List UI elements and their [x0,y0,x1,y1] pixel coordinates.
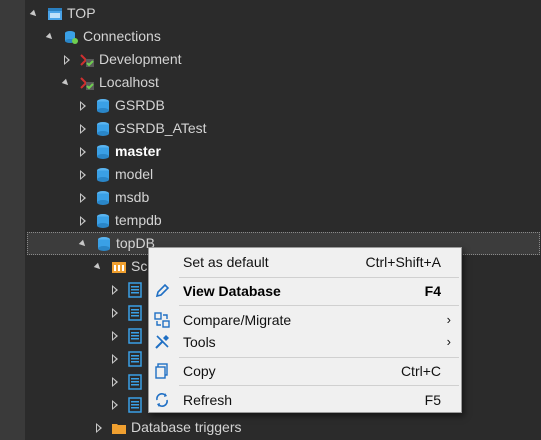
collapse-arrow-icon[interactable] [77,146,89,158]
collapse-arrow-icon[interactable] [109,307,121,319]
tree-node-development[interactable]: Development [61,48,182,71]
tree-node-label: Development [99,51,182,67]
collapse-arrow-icon[interactable] [77,123,89,135]
table-icon [128,327,142,344]
menu-item-shortcut: F5 [424,392,441,408]
compare-icon [154,312,170,328]
window-icon [48,7,62,20]
tree-node-top[interactable]: TOP [29,2,96,25]
tree-node-label: msdb [115,189,150,205]
pencil-icon [155,283,170,298]
tree-node-label: Localhost [99,74,159,90]
refresh-icon [156,393,168,407]
left-gutter [0,0,25,440]
menu-separator [179,357,459,358]
menu-item-set-as-default[interactable]: Set as default Ctrl+Shift+A [149,251,461,273]
menu-item-refresh[interactable]: Refresh F5 [149,389,461,411]
menu-item-label: Copy [183,363,216,379]
collapse-arrow-icon[interactable] [109,376,121,388]
tree-node-connections[interactable]: Connections [45,25,161,48]
collapse-arrow-icon[interactable] [61,54,73,66]
menu-separator [179,385,459,386]
collapse-arrow-icon[interactable] [109,284,121,296]
expand-arrow-icon[interactable] [93,261,105,273]
collapse-arrow-icon[interactable] [77,192,89,204]
tree-node-database[interactable]: msdb [77,186,149,209]
menu-item-shortcut: Ctrl+Shift+A [365,254,441,270]
tree-node-table[interactable] [109,347,147,370]
collapse-arrow-icon[interactable] [109,353,121,365]
menu-separator [179,277,459,278]
collapse-arrow-icon[interactable] [93,422,105,434]
menu-item-copy[interactable]: Copy Ctrl+C [149,360,461,382]
database-icon [97,167,109,182]
expand-arrow-icon[interactable] [45,31,57,43]
context-menu: Set as default Ctrl+Shift+A View Databas… [148,247,462,413]
menu-item-tools[interactable]: Tools › [149,331,461,353]
menu-item-shortcut: F4 [424,283,441,299]
table-icon [128,281,142,298]
tree-node-database-default[interactable]: master [77,140,161,163]
copy-icon [155,363,168,379]
schema-folder-icon [112,261,126,273]
collapse-arrow-icon[interactable] [109,399,121,411]
database-icon [97,98,109,113]
server-connection-icon [80,53,94,67]
tree-node-schemas[interactable]: Sc [93,255,147,278]
database-icon [97,121,109,136]
server-connection-icon [80,76,94,90]
collapse-arrow-icon[interactable] [77,169,89,181]
tree-node-label: GSRDB_ATest [115,120,207,136]
tree-node-label: tempdb [115,212,162,228]
database-icon [97,190,109,205]
tree-node-label: Connections [83,28,161,44]
database-icon [97,144,109,159]
table-icon [128,396,142,413]
expand-arrow-icon[interactable] [29,8,41,20]
tree-node-label: TOP [67,5,96,21]
menu-item-label: Refresh [183,392,233,408]
tree-node-label: GSRDB [115,97,165,113]
tree-node-table[interactable] [109,278,147,301]
expand-arrow-icon[interactable] [78,238,90,250]
tree-node-database-triggers[interactable]: Database triggers [93,416,242,439]
submenu-arrow-icon: › [446,312,451,327]
menu-item-view-database[interactable]: View Database F4 [149,280,461,302]
collapse-arrow-icon[interactable] [77,215,89,227]
tree-node-label: master [115,143,161,159]
tree-node-label: model [115,166,154,182]
tree-node-database[interactable]: tempdb [77,209,162,232]
table-icon [128,350,142,367]
folder-icon [112,423,126,434]
tree-node-table[interactable] [109,324,147,347]
database-icon [97,213,109,228]
menu-item-label: View Database [183,283,281,299]
menu-item-compare-migrate[interactable]: Compare/Migrate › [149,309,461,331]
menu-item-label: Compare/Migrate [183,312,292,328]
tree-node-database[interactable]: GSRDB_ATest [77,117,207,140]
collapse-arrow-icon[interactable] [77,100,89,112]
tree-node-database[interactable]: model [77,163,153,186]
table-icon [128,304,142,321]
tree-node-table[interactable] [109,301,147,324]
table-icon [128,373,142,390]
connections-icon [65,30,78,44]
tree-node-table[interactable] [109,393,147,416]
collapse-arrow-icon[interactable] [109,330,121,342]
menu-item-label: Tools [183,334,216,350]
tree-node-database[interactable]: GSRDB [77,94,165,117]
menu-item-label: Set as default [183,254,269,270]
tree-node-table[interactable] [109,370,147,393]
menu-item-shortcut: Ctrl+C [400,363,441,379]
tree-node-label: Database triggers [131,419,242,435]
expand-arrow-icon[interactable] [61,77,73,89]
database-icon [98,236,110,251]
tools-icon [155,335,169,349]
tree-node-label: Sc [131,258,148,274]
menu-separator [179,305,459,306]
submenu-arrow-icon: › [446,334,451,349]
tree-node-localhost[interactable]: Localhost [61,71,159,94]
